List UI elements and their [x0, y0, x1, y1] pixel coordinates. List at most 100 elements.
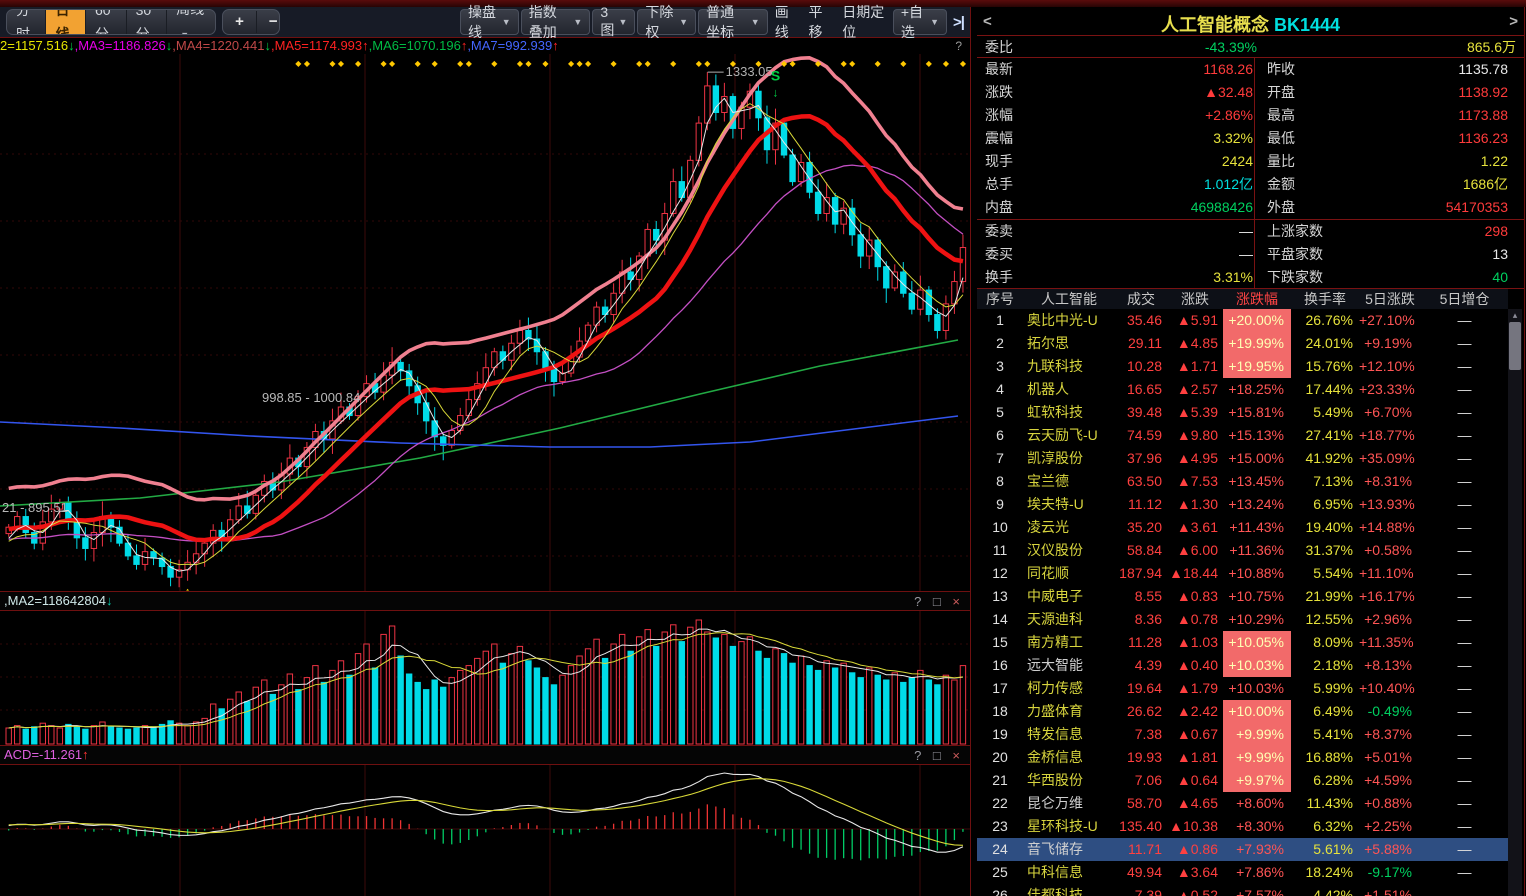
- toolbar-button[interactable]: +自选 ▼: [892, 4, 948, 40]
- period-tab[interactable]: 分时: [7, 10, 47, 34]
- table-row[interactable]: 8 宝兰德 63.50 ▲7.53 +13.45% 7.13% +8.31% —: [977, 470, 1508, 493]
- quote-label: 最高: [1267, 107, 1295, 123]
- quote-label: 涨跌: [985, 84, 1013, 100]
- table-row[interactable]: 7 凯淳股份 37.96 ▲4.95 +15.00% 41.92% +35.09% —: [977, 447, 1508, 470]
- period-tab-group: 分时 日线 60分 30分 周线▼: [6, 9, 217, 35]
- toolbar-button[interactable]: 操盘线 ▼: [460, 4, 519, 40]
- volume-chart[interactable]: [0, 611, 970, 745]
- table-row[interactable]: 13 中威电子 8.55 ▲0.83 +10.75% 21.99% +16.17% —: [977, 585, 1508, 608]
- column-header[interactable]: 5日涨跌: [1359, 289, 1421, 309]
- table-row[interactable]: 25 中科信息 49.94 ▲3.64 +7.86% 18.24% -9.17% —: [977, 861, 1508, 884]
- period-tab[interactable]: 日线: [46, 10, 86, 34]
- svg-text:◆: ◆: [466, 59, 473, 68]
- table-cell: 26: [992, 887, 1008, 896]
- table-row[interactable]: 10 凌云光 35.20 ▲3.61 +11.43% 19.40% +14.88% —: [977, 516, 1508, 539]
- table-row[interactable]: 2 拓尔思 29.11 ▲4.85 +19.99% 24.01% +9.19% —: [977, 332, 1508, 355]
- table-cell: 5: [996, 404, 1004, 420]
- table-cell: —: [1457, 818, 1472, 834]
- table-cell: 5.61%: [1313, 841, 1353, 857]
- table-cell: 17.44%: [1305, 381, 1353, 397]
- table-cell: 昆仑万维: [1027, 795, 1083, 811]
- pane-maximize-icon[interactable]: □: [933, 748, 945, 763]
- macd-pane-header: ACD=-11.261↑ ? □ ×: [0, 745, 970, 765]
- table-row[interactable]: 6 云天励飞-U 74.59 ▲9.80 +15.13% 27.41% +18.77% —: [977, 424, 1508, 447]
- scrollbar-up-arrow[interactable]: ▴: [1508, 309, 1522, 321]
- table-row[interactable]: 15 南方精工 11.28 ▲1.03 +10.05% 8.09% +11.35% —: [977, 631, 1508, 654]
- candlestick-chart[interactable]: ◆◆◆◆◆◆◆◆◆◆◆◆◆◆◆◆◆◆◆◆◆◆◆◆◆◆◆◆◆◆◆◆◆◆◆◆↑BS↓…: [0, 54, 970, 591]
- table-cell: +15.81%: [1228, 404, 1284, 420]
- table-row[interactable]: 12 同花顺 187.94 ▲18.44 +10.88% 5.54% +11.10% —: [977, 562, 1508, 585]
- toolbar-button[interactable]: 日期定位: [837, 2, 891, 42]
- table-row[interactable]: 17 柯力传感 19.64 ▲1.79 +10.03% 5.99% +10.40% —: [977, 677, 1508, 700]
- table-row[interactable]: 24 音飞储存 11.71 ▲0.86 +7.93% 5.61% +5.88% —: [977, 838, 1508, 861]
- table-cell: 九联科技: [1027, 358, 1083, 374]
- svg-text:◆: ◆: [900, 59, 907, 68]
- svg-text:21 - 895.51: 21 - 895.51: [2, 500, 68, 515]
- zoom-out-button[interactable]: −: [257, 11, 279, 33]
- table-cell: 2.18%: [1313, 657, 1353, 673]
- quote-label: 上涨家数: [1267, 223, 1323, 239]
- svg-text:◆: ◆: [525, 59, 532, 68]
- column-header[interactable]: 换手率: [1291, 289, 1359, 309]
- period-tab[interactable]: 30分: [127, 10, 168, 34]
- toolbar-button[interactable]: 平移: [803, 2, 835, 42]
- help-icon[interactable]: ?: [955, 38, 962, 54]
- table-row[interactable]: 16 远大智能 4.39 ▲0.40 +10.03% 2.18% +8.13% —: [977, 654, 1508, 677]
- table-row[interactable]: 5 虹软科技 39.48 ▲5.39 +15.81% 5.49% +6.70% —: [977, 401, 1508, 424]
- sector-name: 人工智能概念: [1160, 15, 1269, 35]
- zoom-in-button[interactable]: +: [223, 11, 257, 33]
- table-row[interactable]: 22 昆仑万维 58.70 ▲4.65 +8.60% 11.43% +0.88% —: [977, 792, 1508, 815]
- column-header[interactable]: 5日增仓: [1421, 289, 1508, 309]
- column-header[interactable]: 涨跌: [1167, 289, 1223, 309]
- column-header[interactable]: 涨跌幅: [1223, 289, 1291, 309]
- table-cell: +8.31%: [1364, 473, 1412, 489]
- scrollbar-thumb[interactable]: [1509, 322, 1521, 370]
- table-cell: ▲0.64: [1176, 772, 1218, 788]
- table-row[interactable]: 9 埃夫特-U 11.12 ▲1.30 +13.24% 6.95% +13.93% —: [977, 493, 1508, 516]
- table-row[interactable]: 21 华西股份 7.06 ▲0.64 +9.97% 6.28% +4.59% —: [977, 769, 1508, 792]
- table-cell: 13: [992, 588, 1008, 604]
- table-row[interactable]: 23 星环科技-U 135.40 ▲10.38 +8.30% 6.32% +2.25% —: [977, 815, 1508, 838]
- table-row[interactable]: 14 天源迪科 8.36 ▲0.78 +10.29% 12.55% +2.96% —: [977, 608, 1508, 631]
- collapse-panel-icon[interactable]: >|: [953, 14, 965, 31]
- next-stock-arrow[interactable]: >: [1509, 13, 1518, 30]
- pane-maximize-icon[interactable]: □: [933, 594, 945, 609]
- table-cell: +5.88%: [1364, 841, 1412, 857]
- table-cell: 17: [992, 680, 1008, 696]
- period-tab[interactable]: 周线▼: [167, 10, 215, 34]
- toolbar-button[interactable]: 画线: [770, 2, 802, 42]
- table-row[interactable]: 18 力盛体育 26.62 ▲2.42 +10.00% 6.49% -0.49% —: [977, 700, 1508, 723]
- quote-value: 1138.92: [1458, 84, 1508, 100]
- column-header[interactable]: 人工智能: [1023, 289, 1115, 309]
- table-cell: 135.40: [1119, 818, 1162, 834]
- toolbar-button[interactable]: 普通坐标 ▼: [698, 4, 768, 40]
- table-scrollbar[interactable]: ▴: [1508, 309, 1522, 896]
- table-cell: 奥比中光-U: [1027, 312, 1098, 328]
- column-header[interactable]: 成交: [1115, 289, 1167, 309]
- table-row[interactable]: 20 金桥信息 19.93 ▲1.81 +9.99% 16.88% +5.01% —: [977, 746, 1508, 769]
- pane-help-icon[interactable]: ?: [914, 748, 925, 763]
- pane-help-icon[interactable]: ?: [914, 594, 925, 609]
- pane-close-icon[interactable]: ×: [952, 594, 964, 609]
- table-row[interactable]: 4 机器人 16.65 ▲2.57 +18.25% 17.44% +23.33% —: [977, 378, 1508, 401]
- table-row[interactable]: 3 九联科技 10.28 ▲1.71 +19.95% 15.76% +12.10% —: [977, 355, 1508, 378]
- toolbar-button[interactable]: 下除权 ▼: [637, 4, 697, 40]
- table-row[interactable]: 1 奥比中光-U 35.46 ▲5.91 +20.00% 26.76% +27.10% —: [977, 309, 1508, 332]
- table-cell: ▲0.40: [1176, 657, 1218, 673]
- table-row[interactable]: 19 特发信息 7.38 ▲0.67 +9.99% 5.41% +8.37% —: [977, 723, 1508, 746]
- table-cell: 12.55%: [1305, 611, 1353, 627]
- pane-close-icon[interactable]: ×: [952, 748, 964, 763]
- period-tab[interactable]: 60分: [86, 10, 127, 34]
- table-cell: 19.64: [1126, 680, 1162, 696]
- toolbar-button[interactable]: 指数叠加 ▼: [520, 4, 591, 40]
- table-cell: —: [1457, 473, 1472, 489]
- table-cell: +1.51%: [1364, 887, 1412, 896]
- table-cell: 音飞储存: [1027, 841, 1083, 857]
- toolbar-button[interactable]: 3图 ▼: [592, 4, 636, 38]
- quote-value: —: [1239, 223, 1253, 239]
- table-row[interactable]: 26 佳都科技 7.39 ▲0.52 +7.57% 4.42% +1.51% —: [977, 884, 1508, 896]
- table-cell: —: [1457, 381, 1472, 397]
- macd-chart[interactable]: [0, 765, 970, 896]
- table-row[interactable]: 11 汉仪股份 58.84 ▲6.00 +11.36% 31.37% +0.58% —: [977, 539, 1508, 562]
- column-header[interactable]: 序号: [977, 289, 1023, 309]
